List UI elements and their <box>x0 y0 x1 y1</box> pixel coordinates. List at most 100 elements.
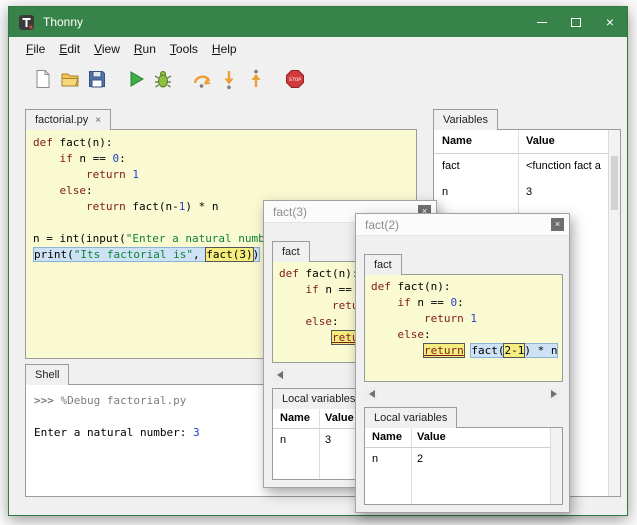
toolbar: STOP <box>9 61 627 97</box>
step-out-icon <box>245 68 267 90</box>
variable-row-fact[interactable]: fact <function fact a <box>434 154 620 180</box>
variable-row-n[interactable]: n 3 <box>434 180 620 206</box>
scrollbar-thumb[interactable] <box>611 156 618 210</box>
menu-help-accelerator: H <box>212 42 221 56</box>
frame2-code-view: def fact(n): if n == 0: return 1 else: r… <box>364 274 563 382</box>
column-header-name: Name <box>442 135 472 147</box>
menu-view[interactable]: View <box>87 39 127 59</box>
menu-edit[interactable]: Edit <box>52 39 87 59</box>
maximize-icon <box>571 18 581 27</box>
menu-tools-label: ools <box>176 42 198 56</box>
local-variable-row-n[interactable]: n 2 <box>365 448 562 472</box>
variable-name: n <box>280 434 286 446</box>
scroll-left-icon <box>277 371 283 379</box>
frame2-tab-fact[interactable]: fact <box>364 254 402 275</box>
tab-shell[interactable]: Shell <box>25 364 69 385</box>
variables-scrollbar[interactable] <box>608 130 620 496</box>
close-icon: × <box>555 219 560 229</box>
open-folder-icon <box>59 68 81 90</box>
menu-file-label: ile <box>33 42 45 56</box>
new-file-button[interactable] <box>29 66 56 93</box>
column-header-value: Value <box>417 431 446 443</box>
frame2-titlebar[interactable]: fact(2) <box>356 214 569 236</box>
frame2-code: def fact(n): if n == 0: return 1 else: r… <box>365 275 562 359</box>
step-over-button[interactable] <box>188 66 215 93</box>
editor-tab-label: factorial.py <box>35 114 88 126</box>
variable-name: n <box>442 186 448 198</box>
tab-factorial-py[interactable]: factorial.py × <box>25 109 111 130</box>
frame2-tab-label: fact <box>374 259 392 271</box>
window-title: Thonny <box>43 15 83 29</box>
frame3-tab-label: fact <box>282 246 300 258</box>
frame2-close-button[interactable]: × <box>551 218 564 231</box>
maximize-button[interactable] <box>559 7 593 37</box>
menu-file[interactable]: File <box>19 39 52 59</box>
frame2-locals-scrollbar[interactable] <box>550 428 562 504</box>
menu-help-label: elp <box>221 42 237 56</box>
variable-value: <function fact a <box>526 160 601 172</box>
column-header-name: Name <box>372 431 402 443</box>
locals-table-header: Name Value <box>365 428 562 448</box>
frame3-title: fact(3) <box>273 205 307 219</box>
frame2-title: fact(2) <box>365 218 399 232</box>
variable-value: 3 <box>325 434 331 446</box>
frame2-scroll-right-button[interactable] <box>547 387 560 400</box>
minimize-icon <box>537 22 547 23</box>
frame2-scroll-left-button[interactable] <box>365 387 378 400</box>
variable-name: fact <box>442 160 460 172</box>
close-button[interactable]: × <box>593 7 627 37</box>
open-file-button[interactable] <box>56 66 83 93</box>
frame3-scroll-left-button[interactable] <box>273 368 286 381</box>
step-out-button[interactable] <box>242 66 269 93</box>
variables-tab-label: Variables <box>443 114 488 126</box>
variable-name: n <box>372 453 378 465</box>
titlebar[interactable]: Thonny × <box>9 7 627 37</box>
close-icon: × <box>606 15 614 29</box>
menu-run[interactable]: Run <box>127 39 163 59</box>
shell-command: %Debug factorial.py <box>61 394 187 407</box>
shell-prompt: >>> <box>34 394 61 407</box>
svg-text:STOP: STOP <box>288 77 300 83</box>
menu-tools[interactable]: Tools <box>163 39 205 59</box>
menubar: File Edit View Run Tools Help <box>9 37 627 61</box>
frame3-tab-fact[interactable]: fact <box>272 241 310 262</box>
frame2-locals-label: Local variables <box>374 412 447 424</box>
shell-tab-label: Shell <box>35 369 59 381</box>
menu-view-accelerator: V <box>94 42 102 56</box>
column-header-value: Value <box>325 412 354 424</box>
stop-sign-icon: STOP <box>284 68 306 90</box>
shell-output: Enter a natural number: <box>34 426 193 439</box>
debug-script-button[interactable] <box>149 66 176 93</box>
column-header-name: Name <box>280 412 310 424</box>
shell-input-echo: 3 <box>193 426 200 439</box>
run-script-button[interactable] <box>122 66 149 93</box>
menu-run-label: un <box>143 42 156 56</box>
menu-run-accelerator: R <box>134 42 143 56</box>
scroll-right-icon <box>551 390 557 398</box>
variable-value: 3 <box>526 186 532 198</box>
variables-table-header: Name Value <box>434 130 620 154</box>
frame2-locals-table: Name Value n 2 <box>364 427 563 505</box>
menu-view-label: iew <box>102 42 120 56</box>
column-header-value: Value <box>526 135 555 147</box>
step-over-icon <box>191 68 213 90</box>
save-floppy-icon <box>86 68 108 90</box>
stop-button[interactable]: STOP <box>281 66 308 93</box>
minimize-button[interactable] <box>525 7 559 37</box>
frame2-tab-local-variables[interactable]: Local variables <box>364 407 457 428</box>
debug-bug-icon <box>152 68 174 90</box>
editor-tab-close-icon[interactable]: × <box>95 115 101 126</box>
frame3-tab-local-variables[interactable]: Local variables <box>272 388 365 409</box>
tab-variables[interactable]: Variables <box>433 109 498 130</box>
step-into-button[interactable] <box>215 66 242 93</box>
frame3-locals-label: Local variables <box>282 393 355 405</box>
thonny-logo-icon <box>18 14 35 31</box>
window-controls: × <box>525 7 627 37</box>
step-into-icon <box>218 68 240 90</box>
menu-help[interactable]: Help <box>205 39 244 59</box>
save-file-button[interactable] <box>83 66 110 93</box>
menu-edit-label: dit <box>67 42 80 56</box>
variable-value: 2 <box>417 453 423 465</box>
new-file-icon <box>32 68 54 90</box>
stack-frame-window-fact2: fact(2) × fact def fact(n): if n == 0: r… <box>355 213 570 513</box>
